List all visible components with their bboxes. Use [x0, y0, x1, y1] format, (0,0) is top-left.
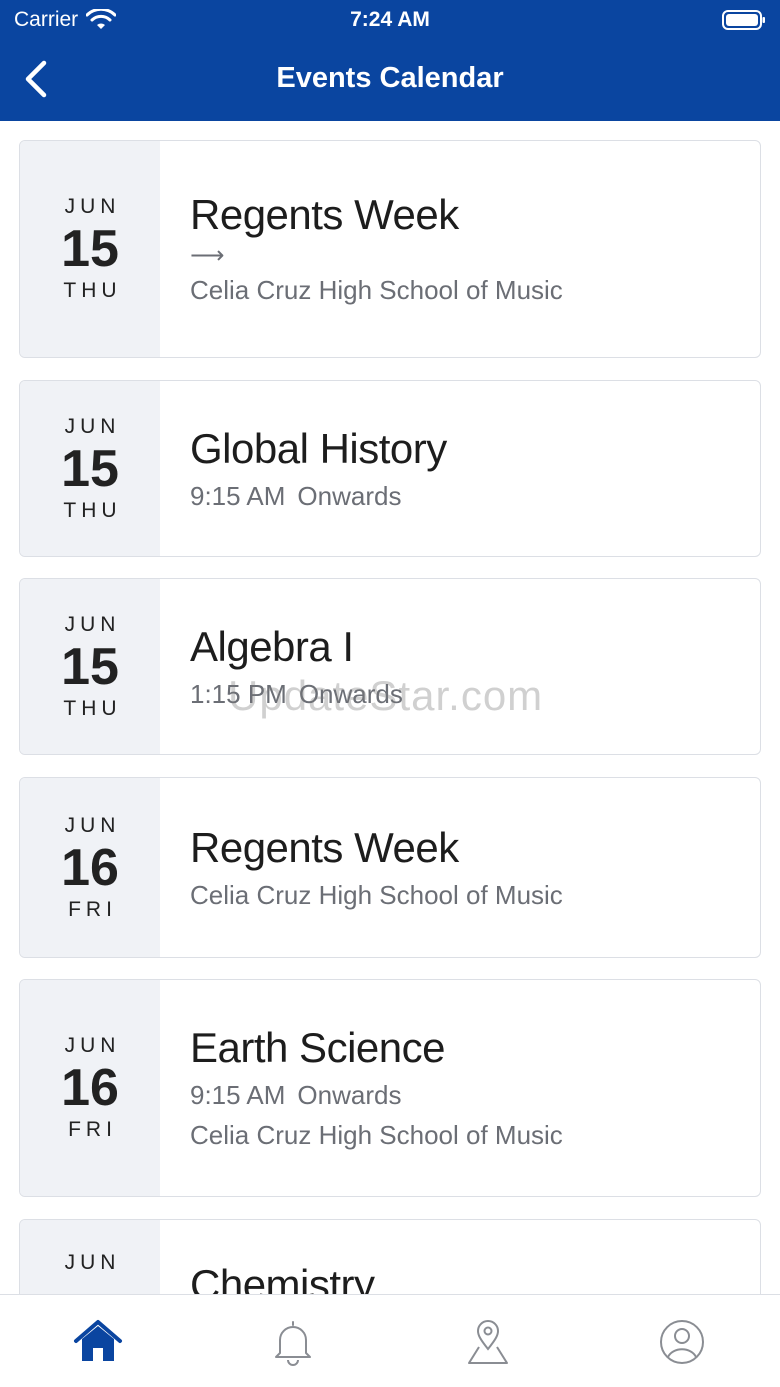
date-badge: JUN 15 THU — [20, 381, 160, 556]
tab-home[interactable] — [72, 1317, 124, 1367]
event-card[interactable]: JUN Chemistry — [19, 1219, 761, 1294]
event-month: JUN — [64, 612, 121, 636]
nav-bar: Events Calendar — [0, 44, 780, 114]
event-info: Regents Week Celia Cruz High School of M… — [190, 778, 744, 957]
date-badge: JUN 15 THU — [20, 579, 160, 754]
tab-map[interactable] — [462, 1317, 514, 1367]
event-day: 16 — [61, 1059, 119, 1117]
event-time-value: 1:15 PM — [190, 678, 287, 709]
event-day: 16 — [61, 838, 119, 897]
date-badge: JUN 16 FRI — [20, 778, 160, 957]
event-card[interactable]: JUN 15 THU Regents Week ⟶ Celia Cruz Hig… — [19, 140, 761, 358]
event-info: Global History 9:15 AM Onwards — [190, 381, 744, 556]
event-card[interactable]: JUN 16 FRI Earth Science 9:15 AM Onwards … — [19, 979, 761, 1197]
bell-icon — [275, 1321, 311, 1366]
event-location: Celia Cruz High School of Music — [190, 275, 563, 305]
event-card[interactable]: JUN 15 THU Global History 9:15 AM Onwards — [19, 380, 761, 557]
event-time-suffix: Onwards — [297, 480, 402, 511]
event-time-value: 9:15 AM — [190, 1080, 286, 1110]
date-badge: JUN — [20, 1220, 160, 1294]
date-badge: JUN 15 THU — [20, 141, 160, 357]
event-location: Celia Cruz High School of Music — [190, 879, 563, 910]
tab-bar — [0, 1294, 780, 1387]
user-icon — [660, 1320, 704, 1364]
event-month: JUN — [64, 1034, 121, 1057]
event-title: Chemistry — [190, 1261, 375, 1294]
header: Carrier 7:24 AM Events Calendar — [0, 0, 780, 121]
event-time: 9:15 AM Onwards — [190, 1075, 744, 1115]
event-day: 15 — [61, 220, 119, 278]
map-pin-icon — [468, 1320, 508, 1364]
event-info: Earth Science 9:15 AM Onwards Celia Cruz … — [190, 980, 744, 1196]
event-month: JUN — [64, 414, 121, 438]
tab-notifications[interactable] — [267, 1317, 319, 1367]
event-weekday: FRI — [68, 897, 117, 921]
event-month: JUN — [64, 195, 121, 218]
event-weekday: THU — [63, 498, 122, 522]
status-bar: Carrier 7:24 AM — [0, 0, 780, 40]
home-icon — [74, 1320, 122, 1361]
event-time-value: 9:15 AM — [190, 480, 286, 511]
event-weekday: THU — [63, 279, 122, 302]
event-card[interactable]: JUN 15 THU Algebra I 1:15 PM Onwards — [19, 578, 761, 755]
event-info: Regents Week ⟶ Celia Cruz High School of… — [190, 141, 744, 357]
event-title: Earth Science — [190, 1024, 445, 1071]
status-time: 7:24 AM — [350, 8, 430, 31]
event-time-suffix: Onwards — [298, 678, 403, 709]
event-weekday: THU — [63, 696, 122, 720]
arrow-right-icon: ⟶ — [190, 242, 225, 269]
event-title: Regents Week — [190, 823, 459, 871]
event-title: Algebra I — [190, 622, 354, 670]
event-time-suffix: Onwards — [297, 1080, 402, 1110]
event-time: 9:15 AM Onwards — [190, 476, 744, 516]
date-badge: JUN 16 FRI — [20, 980, 160, 1196]
event-time: 1:15 PM Onwards — [190, 674, 744, 714]
event-month: JUN — [64, 813, 121, 837]
event-location: Celia Cruz High School of Music — [190, 1120, 563, 1150]
tab-profile[interactable] — [656, 1317, 708, 1367]
battery-icon — [722, 10, 765, 30]
event-info: Algebra I 1:15 PM Onwards — [190, 579, 744, 754]
event-list[interactable]: JUN 15 THU Regents Week ⟶ Celia Cruz Hig… — [0, 121, 780, 1294]
event-weekday: FRI — [68, 1118, 117, 1141]
page-title: Events Calendar — [276, 62, 504, 94]
app-screen: Carrier 7:24 AM Events Calendar JUN 15 T… — [0, 0, 780, 1387]
event-title: Global History — [190, 424, 447, 472]
event-day: 15 — [61, 637, 119, 696]
event-month: JUN — [64, 1251, 121, 1274]
event-info: Chemistry — [190, 1258, 375, 1294]
event-title: Regents Week — [190, 191, 459, 238]
event-card[interactable]: JUN 16 FRI Regents Week Celia Cruz High … — [19, 777, 761, 958]
event-day: 15 — [61, 439, 119, 498]
